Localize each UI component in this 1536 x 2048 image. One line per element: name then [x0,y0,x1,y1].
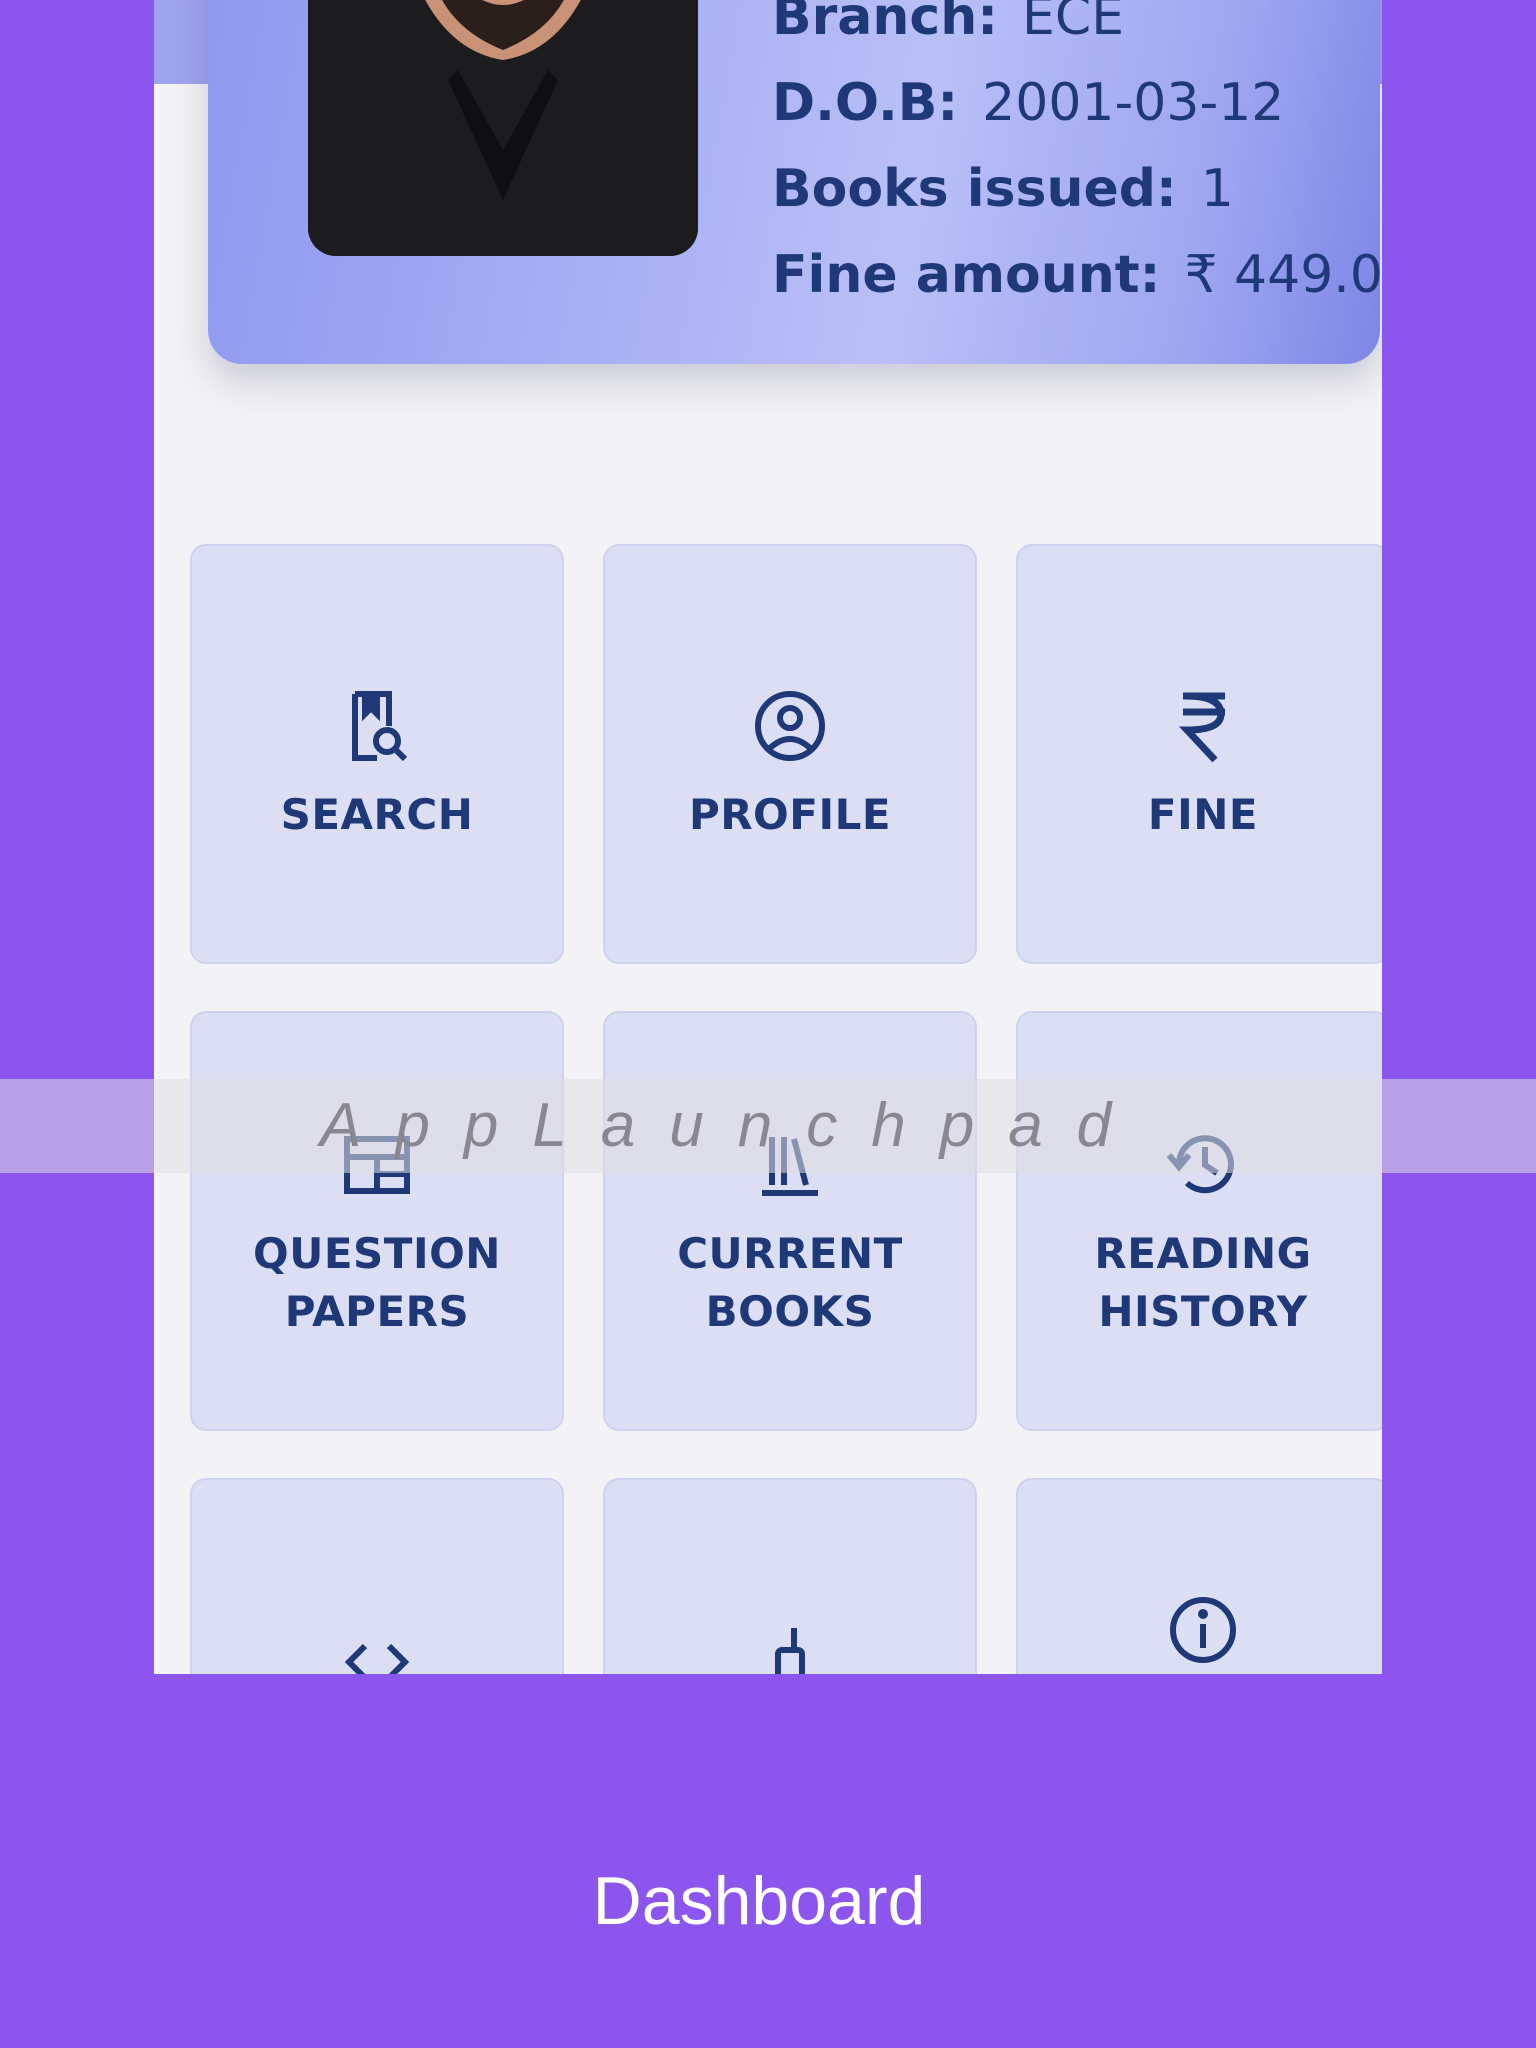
fine-amount-label: Fine amount: [772,245,1161,305]
tile-about[interactable] [1016,1478,1382,1674]
dob-row: D.O.B: 2001-03-12 [772,60,1382,146]
tile-label: FINE [1147,790,1259,839]
tile-profile[interactable]: PROFILE [603,544,977,964]
caption-text: Dashboard [592,1863,926,1939]
tile-label: CURRENT BOOKS [677,1229,903,1336]
tile-label: SEARCH [280,790,474,839]
branch-row: Branch: ECE [772,0,1382,60]
dob-value: 2001-03-12 [982,73,1285,133]
tile-current-books[interactable]: CURRENT BOOKS [603,1011,977,1431]
code-icon [192,1620,562,1674]
app-screen: Branch: ECE D.O.B: 2001-03-12 Books issued… [154,0,1382,1674]
tile-fine[interactable]: FINE [1016,544,1382,964]
tile-label: QUESTION PAPERS [253,1229,501,1336]
tile-label: READING HISTORY [1094,1229,1312,1336]
tile-label: PROFILE [688,790,892,839]
branch-label: Branch: [772,0,999,47]
book-search-icon [192,686,562,776]
profile-card: Branch: ECE D.O.B: 2001-03-12 Books issued… [208,0,1382,364]
dob-label: D.O.B: [772,73,959,133]
phone-icon [605,1620,975,1674]
tile-developer[interactable] [190,1478,564,1674]
info-icon [1018,1590,1382,1674]
profile-info: Branch: ECE D.O.B: 2001-03-12 Books issued… [772,0,1382,318]
tile-question-papers[interactable]: QUESTION PAPERS [190,1011,564,1431]
account-circle-icon [605,686,975,776]
fine-amount-value: ₹ 449.00 [1184,245,1382,305]
books-issued-value: 1 [1200,159,1234,219]
rupee-icon [1018,686,1382,776]
watermark-text: AppLaunchpad [320,1091,1146,1160]
tile-search[interactable]: SEARCH [190,544,564,964]
books-issued-label: Books issued: [772,159,1177,219]
tile-contact[interactable] [603,1478,977,1674]
books-issued-row: Books issued: 1 [772,146,1382,232]
profile-photo [308,0,698,256]
tile-reading-history[interactable]: READING HISTORY [1016,1011,1382,1431]
branch-value: ECE [1022,0,1125,47]
fine-amount-row: Fine amount: ₹ 449.00 [772,232,1382,318]
